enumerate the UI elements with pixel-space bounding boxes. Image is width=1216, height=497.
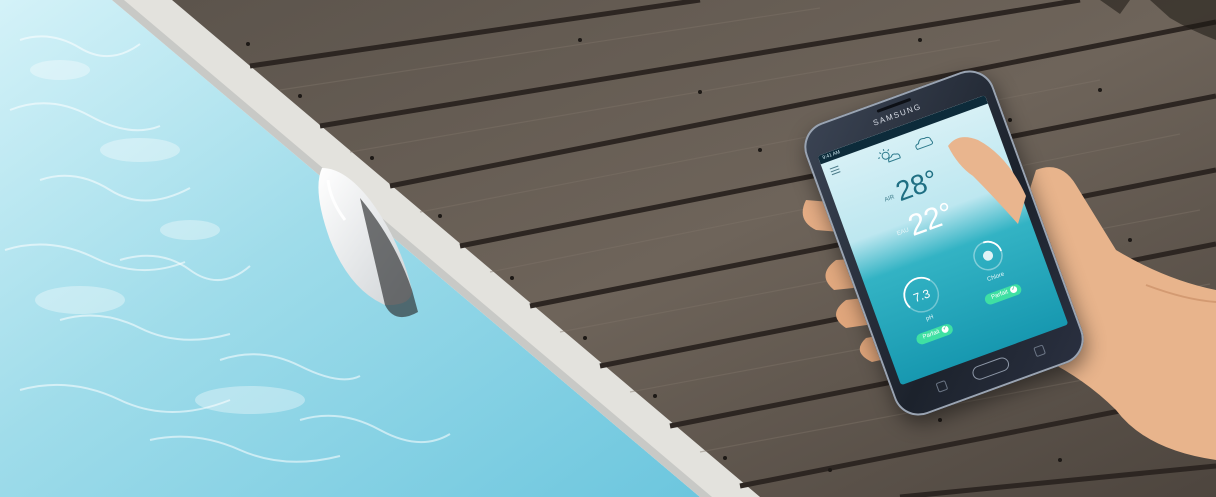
menu-icon[interactable] [829, 165, 841, 176]
chlore-status-text: Parfait [990, 289, 1010, 301]
sun-cloud-icon [877, 148, 901, 163]
check-icon: ✓ [940, 324, 950, 334]
ph-status-badge[interactable]: Parfait✓ [914, 322, 955, 346]
water-label: EAU [896, 227, 910, 238]
chlore-status-badge[interactable]: Parfait✓ [983, 282, 1024, 307]
thumb [948, 137, 1026, 224]
cloud-icon [915, 136, 934, 151]
check-icon: ✓ [1009, 284, 1019, 294]
air-label: AIR [883, 194, 896, 204]
pool-scene: SAMSUNG 9:41 AM AIR 28° EAU 22° 7.3 pH C… [0, 0, 1216, 497]
ph-status-text: Parfait [922, 329, 941, 341]
